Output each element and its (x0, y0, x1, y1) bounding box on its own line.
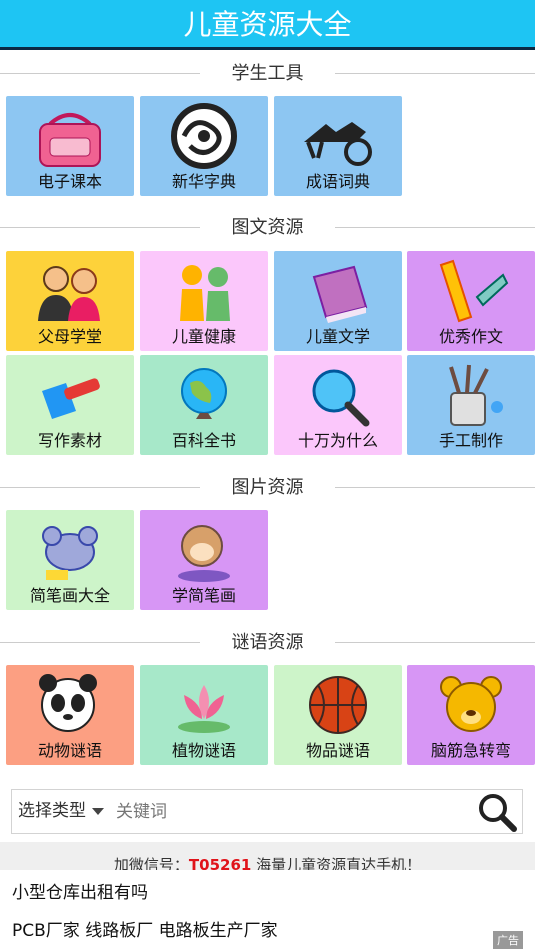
tile-plant-riddle[interactable]: 植物谜语 (140, 665, 268, 765)
tile-label: 手工制作 (438, 431, 503, 450)
monkey-icon (178, 525, 230, 582)
tile-label: 成语词典 (305, 172, 370, 191)
tile-why[interactable]: 十万为什么 (274, 355, 402, 455)
panda-icon (39, 674, 97, 732)
dragon-seal-icon (171, 103, 237, 169)
promo-bar: 加微信号：T05261 海量儿童资源直达手机！ (0, 842, 535, 874)
tile-label: 物品谜语 (305, 741, 370, 760)
brushes-cup-icon (449, 364, 503, 426)
chevron-down-icon (92, 808, 104, 815)
bear-icon (440, 676, 502, 732)
ad-banner[interactable]: 小型仓库出租有吗 PCB厂家 线路板厂 电路板生产厂家 广告 (0, 870, 535, 951)
tile-label: 新华字典 (171, 172, 236, 191)
tile-label: 儿童健康 (171, 327, 236, 346)
tile-label: 父母学堂 (37, 327, 102, 346)
tile-label: 动物谜语 (37, 741, 102, 760)
magnifier-globe-icon (312, 369, 370, 427)
section-picture-resources: 图片资源 (0, 474, 535, 502)
tile-label: 十万为什么 (297, 431, 378, 450)
tile-label: 儿童文学 (305, 327, 370, 346)
tile-stickfig[interactable]: 简笔画大全 (6, 510, 134, 610)
tile-idiom[interactable]: 成语词典 (274, 96, 402, 196)
search-icon[interactable] (476, 792, 518, 832)
app-header: 儿童资源大全 (0, 0, 535, 50)
tile-health[interactable]: 儿童健康 (140, 251, 268, 351)
lotus-icon (178, 685, 230, 733)
section-title: 学生工具 (221, 63, 314, 84)
tile-brain-teaser[interactable]: 脑筋急转弯 (407, 665, 535, 765)
tile-dictionary[interactable]: 新华字典 (140, 96, 268, 196)
tile-label: 植物谜语 (171, 741, 236, 760)
section-riddle-resources: 谜语资源 (0, 629, 535, 657)
tile-label: 优秀作文 (438, 327, 503, 346)
tile-learn-draw[interactable]: 学简笔画 (140, 510, 268, 610)
tile-label: 脑筋急转弯 (430, 741, 511, 760)
tile-materials[interactable]: 写作素材 (6, 355, 134, 455)
tile-label: 学简笔画 (171, 586, 236, 605)
children-icon (180, 265, 230, 321)
section-text-resources: 图文资源 (0, 214, 535, 242)
writing-materials-icon (42, 378, 100, 419)
app-title: 儿童资源大全 (183, 8, 352, 41)
tile-craft[interactable]: 手工制作 (407, 355, 535, 455)
school-bag-icon (39, 113, 101, 167)
tile-encyclopedia[interactable]: 百科全书 (140, 355, 268, 455)
tile-label: 简笔画大全 (29, 586, 110, 605)
tile-parents[interactable]: 父母学堂 (6, 251, 134, 351)
globe-icon (181, 368, 227, 419)
tile-label: 百科全书 (171, 431, 236, 450)
pencil-icon (439, 259, 509, 323)
basketball-icon (309, 676, 367, 734)
book-icon (312, 265, 368, 323)
search-input[interactable] (116, 796, 456, 828)
tile-object-riddle[interactable]: 物品谜语 (274, 665, 402, 765)
section-student-tools: 学生工具 (0, 60, 535, 88)
search-bar: 选择类型 (11, 789, 523, 834)
tile-animal-riddle[interactable]: 动物谜语 (6, 665, 134, 765)
ad-line-1[interactable]: 小型仓库出租有吗 (12, 878, 148, 903)
tile-essay[interactable]: 优秀作文 (407, 251, 535, 351)
tile-ebook[interactable]: 电子课本 (6, 96, 134, 196)
section-title: 图片资源 (221, 477, 314, 498)
ad-badge: 广告 (493, 931, 523, 949)
chariot-icon (304, 122, 372, 166)
type-select-label: 选择类型 (18, 801, 86, 821)
tile-label: 电子课本 (37, 172, 102, 191)
tile-label: 写作素材 (37, 431, 102, 450)
section-title: 图文资源 (221, 217, 314, 238)
parents-icon (38, 266, 100, 321)
ad-line-2[interactable]: PCB厂家 线路板厂 电路板生产厂家 (12, 916, 278, 941)
section-title: 谜语资源 (221, 632, 314, 653)
mouse-icon (42, 526, 98, 580)
tile-literature[interactable]: 儿童文学 (274, 251, 402, 351)
